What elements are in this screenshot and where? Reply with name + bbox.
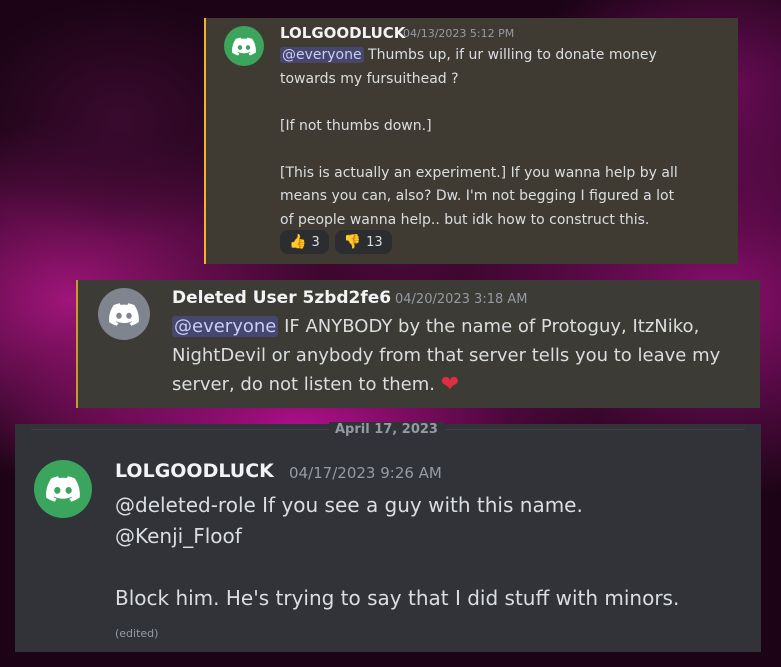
reaction-thumbs-down[interactable]: 👎 13 bbox=[334, 230, 392, 254]
message-content: @everyone Thumbs up, if ur willing to do… bbox=[280, 44, 690, 232]
date-divider-line bbox=[31, 429, 329, 430]
avatar[interactable] bbox=[98, 288, 150, 340]
message-text: @deleted-role If you see a guy with this… bbox=[115, 493, 680, 610]
reaction-count: 13 bbox=[366, 234, 383, 250]
message-content: @everyone IF ANYBODY by the name of Prot… bbox=[172, 312, 742, 399]
everyone-mention[interactable]: @everyone bbox=[280, 47, 364, 63]
reaction-thumbs-up[interactable]: 👍 3 bbox=[280, 230, 329, 254]
message-lolgoodluck-block-warning: April 17, 2023 LOLGOODLUCK 04/17/2023 9:… bbox=[15, 422, 761, 652]
timestamp: 04/13/2023 5:12 PM bbox=[403, 27, 515, 40]
username[interactable]: Deleted User 5zbd2fe6 bbox=[172, 288, 391, 308]
username[interactable]: LOLGOODLUCK bbox=[280, 24, 405, 42]
everyone-mention[interactable]: @everyone bbox=[172, 316, 279, 337]
message-deleted-user-warning: Deleted User 5zbd2fe6 04/20/2023 3:18 AM… bbox=[76, 280, 760, 408]
message-lolgoodluck-fundraiser: LOLGOODLUCK 04/13/2023 5:12 PM @everyone… bbox=[204, 18, 738, 264]
edited-label: (edited) bbox=[115, 627, 159, 640]
red-heart-emoji: ❤ bbox=[440, 372, 460, 397]
reaction-count: 3 bbox=[311, 234, 320, 250]
discord-icon bbox=[109, 302, 139, 326]
date-divider: April 17, 2023 bbox=[329, 422, 444, 437]
discord-icon bbox=[46, 476, 80, 502]
thumbs-up-emoji: 👍 bbox=[289, 234, 307, 250]
message-text: Thumbs up, if ur willing to donate money… bbox=[280, 47, 678, 228]
discord-icon bbox=[232, 37, 256, 55]
avatar[interactable] bbox=[224, 26, 264, 66]
timestamp: 04/20/2023 3:18 AM bbox=[395, 292, 528, 307]
username[interactable]: LOLGOODLUCK bbox=[115, 460, 274, 482]
timestamp: 04/17/2023 9:26 AM bbox=[289, 464, 442, 482]
avatar[interactable] bbox=[34, 460, 92, 518]
thumbs-down-emoji: 👎 bbox=[343, 234, 362, 250]
date-divider-line bbox=[445, 429, 745, 430]
reaction-bar: 👍 3 👎 13 bbox=[280, 230, 392, 254]
